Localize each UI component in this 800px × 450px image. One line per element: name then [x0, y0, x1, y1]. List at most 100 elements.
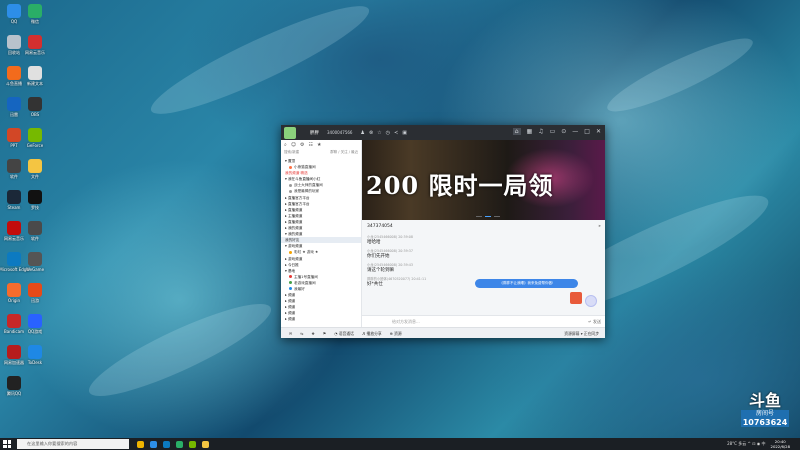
desktop-shortcut[interactable]: QQ游戏 — [22, 312, 48, 343]
tray-status[interactable]: 28°C 多云 ^ ⊡ ◉ 中 — [727, 441, 765, 447]
qq-window[interactable]: 胖胖 3400047566 ♟ ⊗ ☆ ◷ ≺ ▣ ⌂ ▦ ♫ ▭ ⊙ — □ ✕ ⌕ ☺ ⚙ ☷ ★ 搜索/新… — [281, 125, 605, 338]
contact-label: ▸ 游戏频道 — [285, 256, 303, 261]
banner-text: 200 限时一局领 — [366, 171, 554, 200]
chat-panel: 347374054 ▸ 小龙(2545466008) 20:39:08 哈哈哈 小龙… — [362, 222, 605, 327]
contact-label: ▾ 游戏频道 — [285, 244, 303, 249]
avatar[interactable] — [284, 126, 296, 139]
clock-date: 2022/6/28 — [770, 444, 790, 449]
sidebar-tool-icon[interactable]: ☺ — [291, 142, 296, 148]
app-icon — [7, 252, 21, 266]
window-control-icon[interactable]: ♫ — [538, 128, 543, 135]
sidebar-tool-icon[interactable]: ⌕ — [284, 142, 287, 148]
search-hint[interactable]: 搜索/新建 — [284, 150, 299, 158]
desktop-shortcut[interactable]: GeForce — [22, 126, 48, 157]
app-icon — [28, 190, 42, 204]
shortcut-label: 软件 — [10, 174, 18, 179]
taskbar-search[interactable]: 在这里输入你要搜索的内容 — [17, 439, 129, 449]
contact-label: ▾ 我的频道 — [285, 232, 303, 237]
contact-row[interactable]: ▸ 频道 — [281, 316, 361, 322]
filter-links[interactable]: 群聊 / 关注 / 最近 — [330, 150, 358, 158]
contact-label: ▾ 我在斗鱼直播间小红 — [285, 177, 321, 182]
window-control-icon[interactable]: — — [572, 128, 578, 135]
bottom-bar-status[interactable]: 资源屏幕 ▾ 正在同步 — [564, 331, 599, 337]
title-action-icon[interactable]: ⊗ — [369, 130, 373, 136]
system-tray: 28°C 多云 ^ ⊡ ◉ 中 20:40 2022/6/28 — [727, 439, 790, 449]
desktop-shortcut[interactable]: 腾讯QQ — [1, 374, 27, 405]
contact-label: ▸ 频道 — [285, 317, 296, 322]
shortcut-label: 微信 — [31, 19, 39, 24]
message-text: 哈哈哈 — [367, 240, 381, 245]
app-icon — [7, 35, 21, 49]
contact-label: ▸ 直播频道 — [285, 207, 303, 212]
bottom-bar-item[interactable]: ❖ — [311, 331, 314, 336]
title-action-icon[interactable]: ◷ — [386, 130, 390, 136]
bottom-bar-item[interactable]: ♬ 播放分享 — [362, 331, 382, 337]
desktop-shortcut[interactable]: WeGame — [22, 250, 48, 281]
desktop-shortcut[interactable]: 微信 — [22, 2, 48, 33]
sidebar-search[interactable]: 搜索/新建 群聊 / 关注 / 最近 — [281, 150, 361, 158]
bottom-bar-item[interactable]: ⚑ — [323, 331, 326, 336]
title-action-icon[interactable]: ▣ — [402, 130, 407, 136]
window-control-icon[interactable]: ▭ — [550, 128, 556, 135]
window-control-icon[interactable]: ▦ — [527, 128, 533, 135]
promo-bubble[interactable]: 《胖胖不让我睡》我来免费帮你做! — [475, 279, 578, 288]
shortcut-label: 网易加速器 — [4, 360, 24, 365]
desktop-shortcut[interactable]: 新建文本 — [22, 64, 48, 95]
window-control-icon[interactable]: ✕ — [596, 128, 601, 135]
sidebar-tool-icon[interactable]: ☷ — [309, 142, 313, 148]
app-icon — [28, 221, 42, 235]
clock[interactable]: 20:40 2022/6/28 — [771, 439, 790, 449]
qq-titlebar[interactable]: 胖胖 3400047566 ♟ ⊗ ☆ ◷ ≺ ▣ ⌂ ▦ ♫ ▭ ⊙ — □ ✕ — [281, 125, 605, 140]
taskbar-app-icon[interactable] — [189, 440, 196, 448]
chat-message: 小龙(2545466008) 20:39:08 哈哈哈 — [362, 235, 605, 246]
assistant-icon[interactable] — [585, 295, 597, 307]
gift-icon[interactable] — [570, 292, 582, 304]
bottom-bar-item[interactable]: ⇆ — [300, 331, 303, 336]
desktop-shortcut[interactable]: 网易云音乐 — [22, 33, 48, 64]
bottom-bar-item[interactable]: ✉ — [289, 331, 292, 336]
desktop-shortcut[interactable]: 罗技 — [22, 188, 48, 219]
window-control-icon[interactable]: □ — [584, 128, 590, 135]
promo-banner[interactable]: 200 限时一局领 — [362, 140, 605, 220]
desktop-shortcut[interactable]: 迅游 — [22, 281, 48, 312]
title-action-icon[interactable]: ≺ — [394, 130, 398, 136]
taskbar-apps — [137, 440, 209, 448]
taskbar-app-icon[interactable] — [202, 440, 209, 448]
desktop-shortcut[interactable]: 软件 — [22, 219, 48, 250]
shortcut-label: 斗鱼直播 — [6, 81, 22, 86]
desktop-shortcut[interactable]: OBS — [22, 95, 48, 126]
app-icon — [7, 97, 21, 111]
taskbar-app-icon[interactable] — [137, 440, 144, 448]
window-control-icon[interactable]: ⊙ — [561, 128, 566, 135]
sidebar-tool-icon[interactable]: ⚙ — [300, 142, 304, 148]
taskbar-app-icon[interactable] — [150, 440, 157, 448]
desktop-shortcut[interactable]: ToDesk — [22, 343, 48, 374]
title-action-icon[interactable]: ☆ — [377, 130, 381, 136]
contact-label: ▸ 直播官方平台 — [285, 195, 310, 200]
taskbar-app-icon[interactable] — [163, 440, 170, 448]
app-icon — [28, 66, 42, 80]
sidebar-tool-icon[interactable]: ★ — [317, 142, 321, 148]
wallpaper-streak — [80, 289, 280, 411]
app-icon — [7, 128, 21, 142]
banner-pager[interactable] — [476, 215, 500, 217]
bottom-bar-item[interactable]: ◔ 语音通话 — [334, 331, 354, 337]
contact-label: 我的频道·精选 — [285, 171, 308, 176]
sidebar-toolbar: ⌕ ☺ ⚙ ☷ ★ — [281, 140, 361, 150]
start-icon[interactable] — [3, 440, 11, 448]
contact-label: ▸ 我的频道 — [285, 226, 303, 231]
taskbar-app-icon[interactable] — [176, 440, 183, 448]
title-action-icon[interactable]: ♟ — [360, 130, 364, 136]
shortcut-label: 罗技 — [31, 205, 39, 210]
expand-icon[interactable]: ▸ — [599, 222, 601, 232]
contact-label: ▸ 频道 — [285, 311, 296, 316]
bottom-bar-item[interactable]: ⊕ 资源 — [390, 331, 402, 337]
contact-label: 我最好 — [294, 286, 305, 291]
input-placeholder[interactable]: 给对方发消息... — [392, 319, 420, 324]
wallpaper-streak — [601, 27, 759, 123]
desktop-shortcut[interactable]: 文件 — [22, 157, 48, 188]
app-icon — [7, 314, 21, 328]
window-control-icon[interactable]: ⌂ — [512, 128, 521, 135]
app-icon — [28, 314, 42, 328]
app-icon — [28, 252, 42, 266]
